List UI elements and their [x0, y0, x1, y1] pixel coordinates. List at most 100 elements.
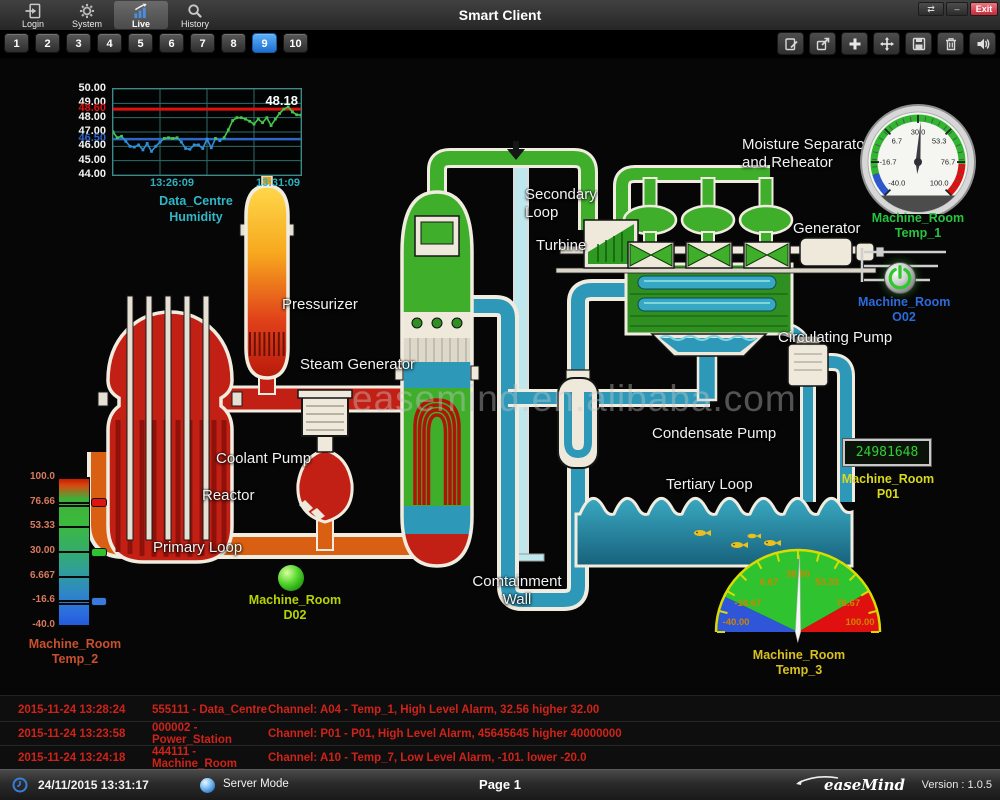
- bar-marker-low: [91, 597, 107, 606]
- version-label: Version : 1.0.5: [922, 779, 992, 791]
- sound-button[interactable]: [969, 32, 996, 55]
- alarm-row[interactable]: 2015-11-24 13:28:24555111 - Data_CentreC…: [0, 698, 1000, 722]
- o02-power-button[interactable]: [884, 262, 916, 294]
- bar-scale-tick: [59, 625, 89, 627]
- tab-4[interactable]: 4: [97, 33, 122, 53]
- label-containment-wall: Comtainment Wall: [458, 573, 576, 609]
- alarm-station: 444111 - Machine_Room: [152, 746, 268, 770]
- tab-2[interactable]: 2: [35, 33, 60, 53]
- alarm-station: 000002 - Power_Station: [152, 722, 268, 746]
- bar-scale-label: -40.0: [15, 619, 55, 630]
- nav-live-button[interactable]: Live: [114, 1, 168, 29]
- tab-8[interactable]: 8: [221, 33, 246, 53]
- label-secondary-loop: Secondary Loop: [525, 186, 620, 222]
- o02-widget: Machine_Room O02: [858, 260, 950, 326]
- temp3-dial: -40.00-16.676.6730.0053.3376.67100.00: [708, 544, 890, 644]
- page-tabs: 123456789 10: [4, 33, 308, 53]
- label-reactor: Reactor: [202, 487, 255, 505]
- svg-text:76.7: 76.7: [941, 158, 956, 167]
- tab-10[interactable]: 10: [283, 33, 308, 53]
- nav-system-label: System: [72, 19, 102, 29]
- alarm-message: Channel: A04 - Temp_1, High Level Alarm,…: [268, 704, 1000, 716]
- bar-scale-tick: [59, 477, 89, 479]
- tab-6[interactable]: 6: [159, 33, 184, 53]
- trend-x-tick-end: 13:31:09: [243, 177, 313, 189]
- bar-scale-label: 30.00: [15, 545, 55, 556]
- server-mode-label: Server Mode: [223, 778, 289, 790]
- trend-x-tick-start: 13:26:09: [137, 177, 207, 189]
- temp1-caption-line2: Temp_1: [848, 227, 988, 241]
- alarm-time: 2015-11-24 13:24:18: [18, 752, 152, 764]
- svg-text:-40.00: -40.00: [723, 617, 750, 628]
- bar-scale-label: 76.66: [15, 496, 55, 507]
- label-pressurizer: Pressurizer: [282, 296, 358, 314]
- d02-caption-line1: Machine_Room: [243, 594, 347, 608]
- svg-text:30.0: 30.0: [911, 128, 926, 137]
- o02-caption-line2: O02: [858, 311, 950, 325]
- p01-caption-line1: Machine_Room: [833, 473, 943, 487]
- svg-text:6.67: 6.67: [760, 577, 779, 588]
- save-floppy-icon: [912, 37, 926, 51]
- bar-scale-label: 53.33: [15, 520, 55, 531]
- tab-3[interactable]: 3: [66, 33, 91, 53]
- alarm-time: 2015-11-24 13:23:58: [18, 728, 152, 740]
- temp2-caption-line1: Machine_Room: [15, 638, 135, 652]
- bar-marker-high: [91, 498, 107, 507]
- toolbar: [777, 32, 996, 55]
- nav-login-button[interactable]: Login: [6, 1, 60, 29]
- d02-widget: Machine_Room D02: [243, 563, 347, 629]
- bar-scale-label: 6.667: [15, 570, 55, 581]
- trash-icon: [944, 37, 958, 51]
- switch-icon: ⇄: [927, 4, 935, 15]
- brand-logo: easeMind: [824, 776, 905, 794]
- exit-button[interactable]: Exit: [970, 2, 998, 16]
- p01-digital-display: 24981648: [843, 439, 931, 466]
- tab-7[interactable]: 7: [190, 33, 215, 53]
- status-bar: 24/11/2015 13:31:17 Server Mode Page 1 e…: [0, 769, 1000, 800]
- speaker-icon: [976, 37, 990, 51]
- minimize-button[interactable]: –: [946, 2, 968, 16]
- trend-low-limit-label: 46.50: [40, 132, 106, 144]
- move-button[interactable]: [873, 32, 900, 55]
- bar-scale-tick: [59, 600, 89, 602]
- save-button[interactable]: [905, 32, 932, 55]
- tab-9[interactable]: 9: [252, 33, 277, 53]
- add-button[interactable]: [841, 32, 868, 55]
- svg-text:76.67: 76.67: [836, 598, 860, 609]
- trend-y-tick: 44.00: [40, 168, 106, 180]
- trend-y-tick: 50.00: [40, 82, 106, 94]
- trend-y-tick: 45.00: [40, 154, 106, 166]
- alarm-row[interactable]: 2015-11-24 13:23:58000002 - Power_Statio…: [0, 722, 1000, 746]
- export-button[interactable]: [809, 32, 836, 55]
- svg-text:53.3: 53.3: [932, 136, 947, 145]
- svg-text:53.33: 53.33: [815, 577, 839, 588]
- tab-1[interactable]: 1: [4, 33, 29, 53]
- svg-text:-40.0: -40.0: [888, 179, 905, 188]
- trend-caption-line2: Humidity: [102, 210, 290, 224]
- label-circulating-pump: Circulating Pump: [778, 329, 892, 347]
- status-datetime: 24/11/2015 13:31:17: [38, 778, 149, 792]
- bar-scale-tick: [59, 551, 89, 553]
- nav-system-button[interactable]: System: [60, 1, 114, 29]
- temp1-dial: -40.0-16.76.730.053.376.7100.0: [851, 96, 985, 214]
- login-icon: [24, 3, 42, 19]
- title-bar: Login System Live History Smart Client ⇄…: [0, 0, 1000, 30]
- delete-button[interactable]: [937, 32, 964, 55]
- trend-current-value: 48.18: [232, 93, 298, 108]
- edit-button[interactable]: [777, 32, 804, 55]
- bar-scale-label: 100.0: [15, 471, 55, 482]
- edit-page-icon: [784, 37, 798, 51]
- nav-history-button[interactable]: History: [168, 1, 222, 29]
- temp1-dial-gauge: -40.0-16.76.730.053.376.7100.0 Machine_R…: [848, 96, 988, 246]
- o02-caption-line1: Machine_Room: [858, 296, 950, 310]
- label-steam-generator: Steam Generator: [300, 356, 415, 374]
- tab-5[interactable]: 5: [128, 33, 153, 53]
- alarm-row[interactable]: 2015-11-24 13:24:18444111 - Machine_Room…: [0, 746, 1000, 770]
- switch-window-button[interactable]: ⇄: [918, 2, 944, 16]
- label-turbine: Turbine: [536, 237, 586, 255]
- clock-icon: [12, 777, 28, 793]
- svg-text:-16.67: -16.67: [734, 598, 761, 609]
- svg-text:100.0: 100.0: [930, 179, 949, 188]
- plus-icon: [848, 37, 862, 51]
- label-primary-loop: Primary Loop: [153, 539, 242, 557]
